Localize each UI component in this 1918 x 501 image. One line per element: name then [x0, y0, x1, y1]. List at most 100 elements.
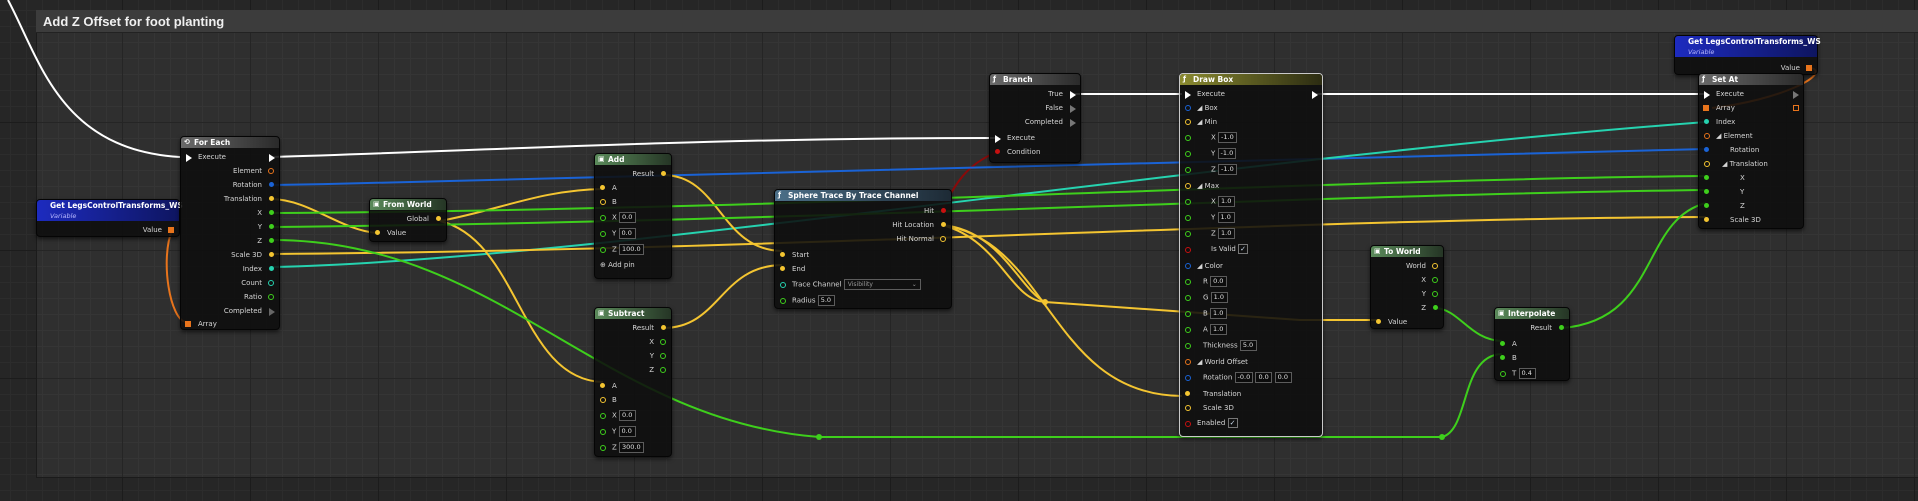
float-pin[interactable] [1185, 327, 1191, 333]
x-field[interactable]: 0.0 [619, 410, 637, 421]
bool-pin[interactable] [995, 149, 1000, 154]
vector-pin[interactable] [269, 196, 274, 201]
rotator-pin[interactable] [1185, 375, 1191, 381]
struct-pin[interactable] [268, 168, 274, 174]
float-pin[interactable] [1559, 325, 1564, 330]
array-pin[interactable] [1703, 105, 1709, 111]
max-x-field[interactable]: 1.0 [1218, 196, 1236, 207]
max-y-field[interactable]: 1.0 [1217, 212, 1235, 223]
b-field[interactable]: 1.0 [1210, 308, 1228, 319]
rotation-z-field[interactable]: 0.0 [1274, 372, 1292, 383]
float-pin[interactable] [600, 429, 606, 435]
float-pin[interactable] [1185, 151, 1191, 157]
float-pin[interactable] [660, 353, 666, 359]
float-pin[interactable] [1185, 215, 1191, 221]
vector-pin[interactable] [600, 185, 605, 190]
vector-pin[interactable] [780, 252, 785, 257]
array-pin[interactable] [185, 321, 191, 327]
vector-pin[interactable] [1185, 119, 1191, 125]
float-pin[interactable] [1185, 231, 1191, 237]
subtract-node[interactable]: ▣ Subtract Result X Y Z A B X 0.0 Y 0.0 Z… [594, 307, 672, 457]
bool-pin[interactable] [941, 208, 946, 213]
float-pin[interactable] [268, 294, 274, 300]
rotation-x-field[interactable]: -0.0 [1234, 372, 1254, 383]
g-field[interactable]: 1.0 [1210, 292, 1228, 303]
bool-pin[interactable] [1185, 247, 1191, 253]
exec-out-pin-completed[interactable] [269, 308, 275, 316]
float-pin[interactable] [269, 210, 274, 215]
vector-pin[interactable] [1704, 161, 1710, 167]
float-pin[interactable] [1500, 371, 1506, 377]
exec-out-pin[interactable] [269, 154, 275, 162]
from-world-node[interactable]: ▣ From World Global Value [369, 198, 447, 242]
float-pin[interactable] [780, 298, 786, 304]
vector-pin[interactable] [940, 236, 946, 242]
vector-pin[interactable] [661, 171, 666, 176]
rotator-pin[interactable] [1704, 147, 1709, 152]
float-pin[interactable] [600, 247, 606, 253]
int-pin[interactable] [269, 266, 274, 271]
float-pin[interactable] [1432, 277, 1438, 283]
float-pin[interactable] [1500, 355, 1505, 360]
vector-pin[interactable] [661, 325, 666, 330]
float-pin[interactable] [1185, 199, 1191, 205]
exec-out-pin[interactable] [1070, 91, 1076, 99]
float-pin[interactable] [600, 231, 606, 237]
float-pin[interactable] [269, 238, 274, 243]
exec-out-pin[interactable] [1070, 105, 1076, 113]
x-field[interactable]: 0.0 [619, 212, 637, 223]
get-variable-node-left[interactable]: Get LegsControlTransforms_WS Variable Va… [36, 199, 183, 237]
vector-pin[interactable] [1376, 319, 1381, 324]
struct-pin[interactable] [1185, 359, 1191, 365]
float-pin[interactable] [660, 367, 666, 373]
float-pin[interactable] [1432, 291, 1438, 297]
a-field[interactable]: 1.0 [1210, 324, 1228, 335]
float-pin[interactable] [1185, 343, 1191, 349]
rotation-y-field[interactable]: 0.0 [1255, 372, 1273, 383]
draw-box-node[interactable]: ƒ Draw Box Execute ◢ Box ◢ Min X -1.0 Y -… [1179, 73, 1323, 437]
thickness-field[interactable]: 5.0 [1239, 340, 1257, 351]
y-field[interactable]: 0.0 [618, 228, 636, 239]
float-pin[interactable] [660, 339, 666, 345]
vector-pin[interactable] [436, 216, 441, 221]
vector-pin[interactable] [1185, 405, 1191, 411]
exec-out-pin[interactable] [1793, 91, 1799, 99]
z-field[interactable]: 100.0 [619, 244, 644, 255]
float-pin[interactable] [1704, 175, 1709, 180]
vector-pin[interactable] [1185, 391, 1190, 396]
float-pin[interactable] [1185, 311, 1191, 317]
float-pin[interactable] [600, 215, 606, 221]
vector-pin[interactable] [600, 199, 606, 205]
get-variable-node-right[interactable]: Get LegsControlTransforms_WS Variable Va… [1674, 35, 1821, 75]
rotator-pin[interactable] [269, 182, 274, 187]
for-each-node[interactable]: ⟲ For Each Execute Element Rotation Trans… [180, 136, 280, 330]
exec-in-pin[interactable] [186, 154, 192, 162]
struct-pin[interactable] [1185, 263, 1191, 269]
float-pin[interactable] [1433, 305, 1438, 310]
float-pin[interactable] [1704, 203, 1709, 208]
float-pin[interactable] [1185, 167, 1191, 173]
exec-in-pin[interactable] [1185, 91, 1191, 99]
exec-in-pin[interactable] [1704, 91, 1710, 99]
array-out-pin[interactable] [1793, 105, 1799, 111]
radius-field[interactable]: 5.0 [817, 295, 835, 306]
vector-pin[interactable] [1185, 183, 1191, 189]
float-pin[interactable] [1185, 279, 1191, 285]
int-pin[interactable] [268, 280, 274, 286]
set-at-node[interactable]: ƒ Set At Execute Array Index ◢ Element Ro… [1698, 73, 1804, 229]
trace-channel-dropdown[interactable]: Visibility ⌄ [843, 279, 921, 290]
float-pin[interactable] [1185, 135, 1191, 141]
min-z-field[interactable]: -1.0 [1218, 164, 1237, 175]
array-pin[interactable] [168, 227, 174, 233]
float-pin[interactable] [600, 413, 606, 419]
struct-pin[interactable] [1185, 105, 1191, 111]
struct-pin[interactable] [1704, 133, 1710, 139]
float-pin[interactable] [1185, 295, 1191, 301]
y-field[interactable]: 0.0 [618, 426, 636, 437]
min-x-field[interactable]: -1.0 [1218, 132, 1237, 143]
vector-pin[interactable] [780, 266, 785, 271]
branch-node[interactable]: ƒ Branch True False Completed Execute Con… [989, 73, 1081, 163]
enabled-checkbox[interactable]: ✓ [1227, 418, 1238, 428]
vector-pin[interactable] [941, 222, 946, 227]
exec-out-pin[interactable] [1070, 119, 1076, 127]
